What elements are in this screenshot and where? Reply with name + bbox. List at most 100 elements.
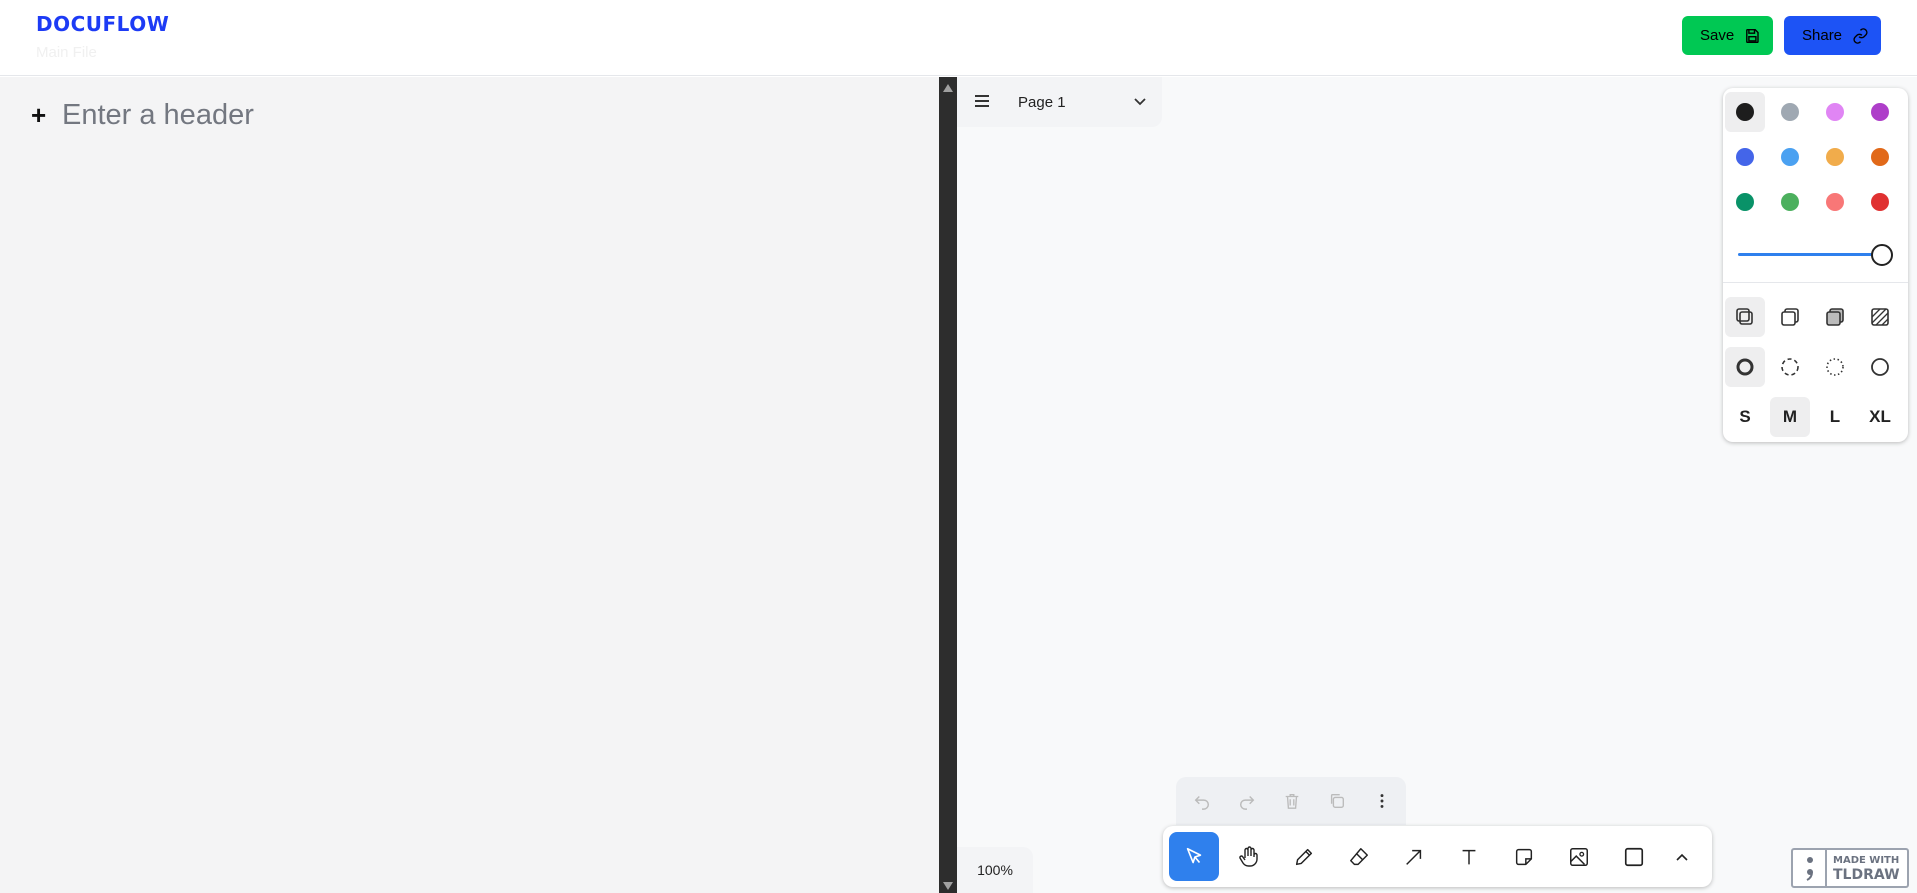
zoom-level-button[interactable]: 100% xyxy=(957,847,1033,893)
rectangle-tool-button[interactable] xyxy=(1609,832,1659,881)
duplicate-button[interactable] xyxy=(1325,789,1349,813)
tldraw-logo-icon xyxy=(1793,850,1827,886)
app-logo[interactable]: DOCUFLOW xyxy=(36,12,169,36)
more-actions-button[interactable] xyxy=(1370,789,1394,813)
semi-fill-icon xyxy=(1781,308,1799,326)
size-s-label: S xyxy=(1739,407,1751,426)
page-menu[interactable]: Page 1 xyxy=(957,77,1162,127)
size-s-button[interactable]: S xyxy=(1725,397,1765,437)
share-button[interactable]: Share xyxy=(1784,16,1881,55)
more-tools-button[interactable] xyxy=(1659,832,1704,881)
cursor-icon xyxy=(1186,847,1202,863)
color-swatch-red[interactable] xyxy=(1860,182,1900,222)
image-icon xyxy=(1570,847,1588,866)
save-button[interactable]: Save xyxy=(1682,16,1773,55)
share-button-label: Share xyxy=(1802,27,1843,44)
text-tool-button[interactable] xyxy=(1444,832,1494,881)
color-swatch-grey[interactable] xyxy=(1770,92,1810,132)
color-swatch-blue[interactable] xyxy=(1725,137,1765,177)
color-dot xyxy=(1826,148,1844,166)
size-m-button[interactable]: M xyxy=(1770,397,1810,437)
file-title[interactable]: Main File xyxy=(36,44,97,61)
action-bar xyxy=(1176,777,1406,825)
arrow-tool-button[interactable] xyxy=(1389,832,1439,881)
pattern-fill-icon xyxy=(1871,308,1889,326)
color-dot xyxy=(1871,148,1889,166)
image-tool-button[interactable] xyxy=(1554,832,1604,881)
redo-icon xyxy=(1239,795,1255,810)
scroll-up-arrow-icon[interactable] xyxy=(943,84,953,92)
color-swatch-green[interactable] xyxy=(1725,182,1765,222)
save-button-label: Save xyxy=(1700,27,1735,44)
redo-button[interactable] xyxy=(1235,789,1259,813)
made-with-tldraw-badge[interactable]: MADE WITH TLDRAW xyxy=(1791,848,1909,888)
fill-pattern-button[interactable] xyxy=(1860,297,1900,337)
pane-scrollbar[interactable] xyxy=(939,77,957,893)
current-page-label[interactable]: Page 1 xyxy=(1018,94,1066,111)
text-icon xyxy=(1462,849,1476,864)
draw-dash-icon xyxy=(1736,358,1754,376)
fill-semi-button[interactable] xyxy=(1770,297,1810,337)
pencil-icon xyxy=(1295,848,1313,865)
hand-tool-button[interactable] xyxy=(1224,832,1274,881)
tldraw-line-2: TLDRAW xyxy=(1833,867,1900,883)
dash-dashed-button[interactable] xyxy=(1770,347,1810,387)
tldraw-badge-text: MADE WITH TLDRAW xyxy=(1833,854,1900,882)
color-dot xyxy=(1736,193,1754,211)
color-dot xyxy=(1781,103,1799,121)
link-icon xyxy=(1853,27,1868,44)
opacity-slider-track[interactable] xyxy=(1738,253,1880,256)
opacity-slider-thumb[interactable] xyxy=(1871,244,1893,266)
tldraw-line-1: MADE WITH xyxy=(1833,855,1900,866)
color-swatch-light-green[interactable] xyxy=(1770,182,1810,222)
color-swatch-light-red[interactable] xyxy=(1815,182,1855,222)
trash-icon xyxy=(1285,794,1299,809)
save-icon xyxy=(1746,28,1759,43)
color-dot xyxy=(1826,193,1844,211)
color-swatch-yellow[interactable] xyxy=(1815,137,1855,177)
color-swatch-light-violet[interactable] xyxy=(1815,92,1855,132)
size-l-label: L xyxy=(1829,407,1841,426)
color-swatch-light-blue[interactable] xyxy=(1770,137,1810,177)
size-xl-button[interactable]: XL xyxy=(1860,397,1900,437)
sticky-note-icon xyxy=(1515,848,1533,865)
size-m-label: M xyxy=(1782,407,1798,426)
solid-dash-icon xyxy=(1871,358,1889,376)
tool-bar xyxy=(1163,826,1712,887)
scroll-down-arrow-icon[interactable] xyxy=(943,882,953,890)
dashed-dash-icon xyxy=(1781,358,1799,376)
dash-dotted-button[interactable] xyxy=(1815,347,1855,387)
color-swatch-violet[interactable] xyxy=(1860,92,1900,132)
select-tool-button[interactable] xyxy=(1169,832,1219,881)
color-dot xyxy=(1781,148,1799,166)
size-l-button[interactable]: L xyxy=(1815,397,1855,437)
chevron-down-icon[interactable] xyxy=(1133,97,1147,107)
hand-icon xyxy=(1239,845,1258,867)
eraser-tool-button[interactable] xyxy=(1334,832,1384,881)
size-xl-label: XL xyxy=(1869,407,1891,426)
fill-none-button[interactable] xyxy=(1725,297,1765,337)
color-dot xyxy=(1871,103,1889,121)
eraser-icon xyxy=(1350,847,1368,865)
color-swatch-orange[interactable] xyxy=(1860,137,1900,177)
none-fill-icon xyxy=(1736,308,1753,325)
color-dot xyxy=(1736,103,1754,121)
undo-icon xyxy=(1194,795,1210,810)
hamburger-menu-icon[interactable] xyxy=(975,95,989,110)
dash-solid-button[interactable] xyxy=(1860,347,1900,387)
color-dot xyxy=(1781,193,1799,211)
dotted-dash-icon xyxy=(1826,358,1844,376)
delete-button[interactable] xyxy=(1280,789,1304,813)
draw-tool-button[interactable] xyxy=(1279,832,1329,881)
color-swatch-black[interactable] xyxy=(1725,92,1765,132)
dash-draw-button[interactable] xyxy=(1725,347,1765,387)
panel-divider xyxy=(1723,282,1908,283)
solid-fill-icon xyxy=(1826,308,1844,326)
rectangle-icon xyxy=(1624,847,1644,866)
note-tool-button[interactable] xyxy=(1499,832,1549,881)
color-dot xyxy=(1736,148,1754,166)
fill-solid-button[interactable] xyxy=(1815,297,1855,337)
header-input[interactable]: Enter a header xyxy=(62,99,254,132)
undo-button[interactable] xyxy=(1190,789,1214,813)
add-header-icon[interactable]: + xyxy=(31,100,46,131)
